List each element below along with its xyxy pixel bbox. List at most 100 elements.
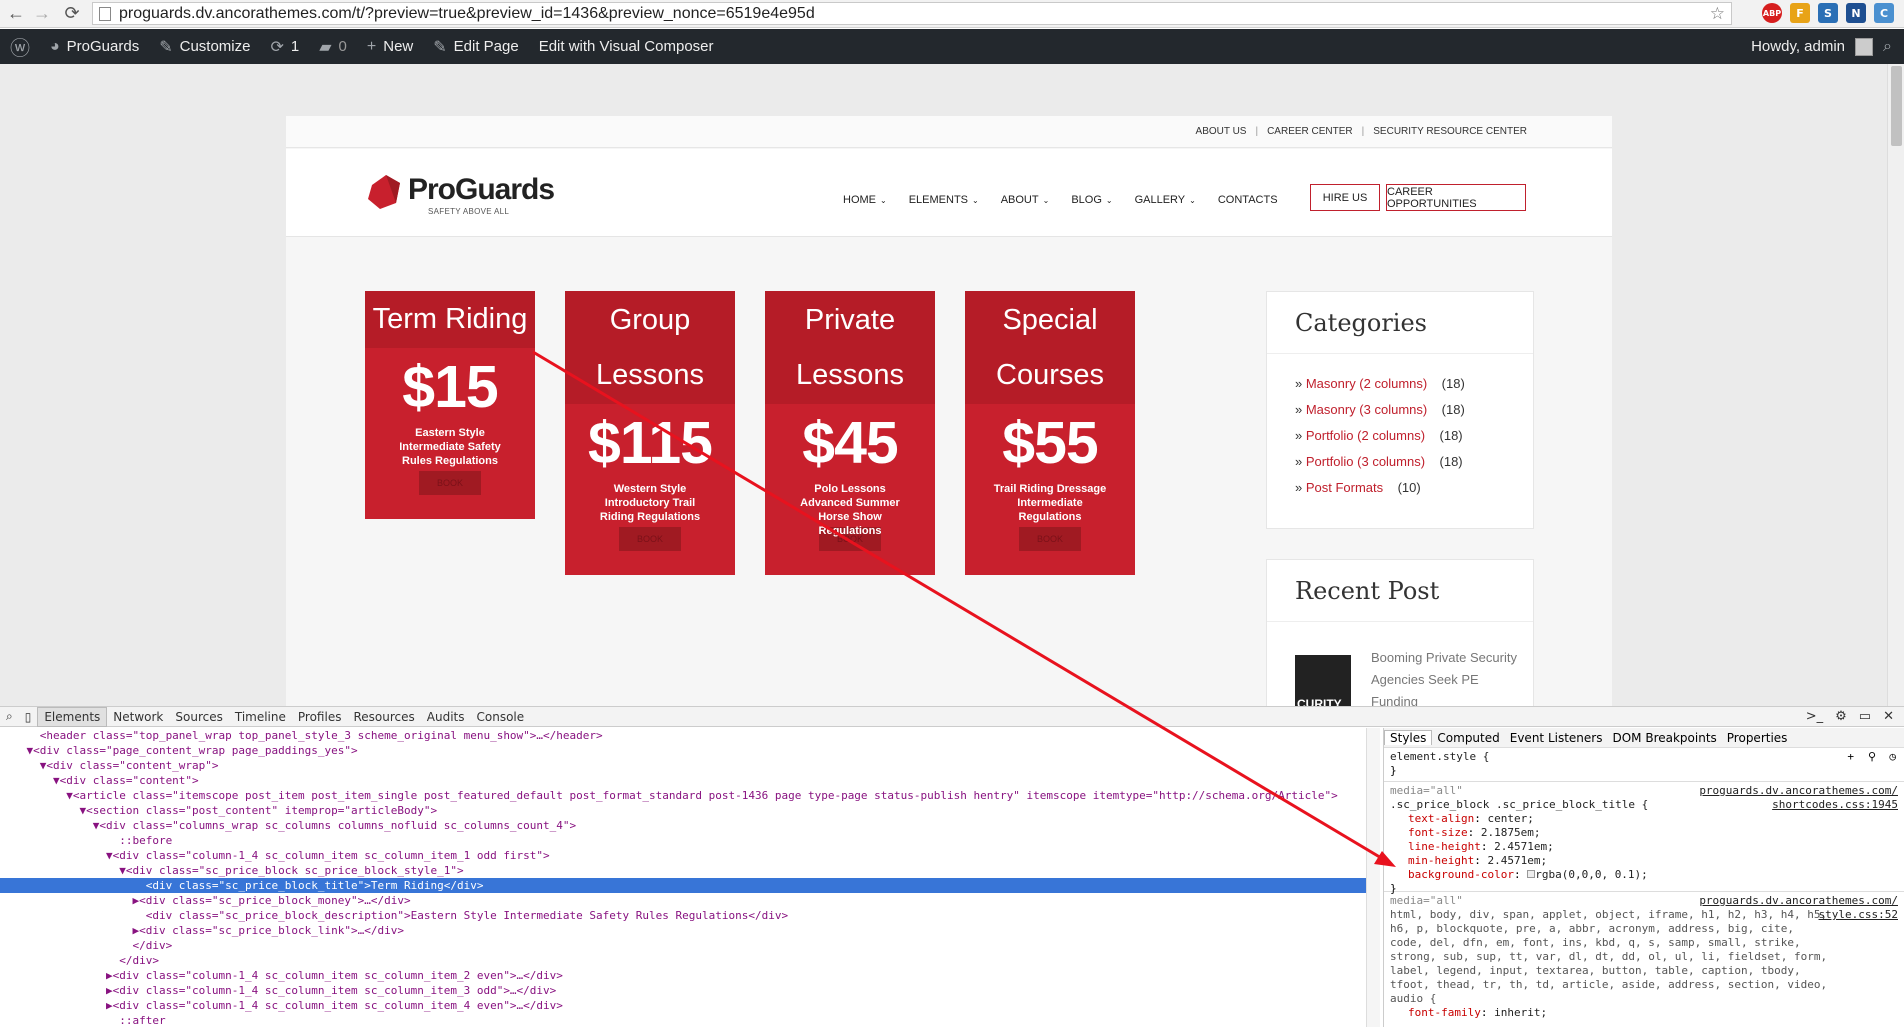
css-property[interactable]: min-height: 2.4571em; — [1390, 854, 1898, 868]
top-link-career-center[interactable]: CAREER CENTER — [1258, 126, 1362, 137]
extension-f-icon[interactable]: F — [1790, 3, 1810, 23]
logo-text[interactable]: ProGuards — [408, 173, 555, 207]
dom-node-line[interactable]: <div class="sc_price_block_title">Term R… — [0, 878, 1366, 893]
menu-item-elements[interactable]: ELEMENTS ⌄ — [898, 194, 990, 206]
address-bar[interactable]: proguards.dv.ancorathemes.com/t/?preview… — [92, 2, 1732, 25]
dom-node-line[interactable]: ▼<div class="content"> — [0, 773, 1366, 788]
color-format-icon[interactable]: ◷ — [1889, 750, 1896, 764]
menu-item-home[interactable]: HOME ⌄ — [832, 194, 898, 206]
edit-page-link[interactable]: ✎ Edit Page — [423, 29, 528, 64]
dom-tree[interactable]: <header class="top_panel_wrap top_panel_… — [0, 728, 1366, 1027]
hire-us-button[interactable]: HIRE US — [1310, 184, 1380, 211]
menu-item-blog[interactable]: BLOG ⌄ — [1060, 194, 1123, 206]
css-property[interactable]: line-height: 2.4571em; — [1390, 840, 1898, 854]
css-rule[interactable]: media="all" proguards.dv.ancorathemes.co… — [1384, 892, 1904, 1032]
dom-node-line[interactable]: ▶<div class="column-1_4 sc_column_item s… — [0, 983, 1366, 998]
dom-node-line[interactable]: ▶<div class="column-1_4 sc_column_item s… — [0, 968, 1366, 983]
tab-computed[interactable]: Computed — [1432, 731, 1504, 745]
tab-network[interactable]: Network — [107, 707, 169, 727]
dom-node-line[interactable]: <div class="sc_price_block_description">… — [0, 908, 1366, 923]
dom-node-line[interactable]: ▶<div class="sc_price_block_link">…</div… — [0, 923, 1366, 938]
tab-sources[interactable]: Sources — [169, 707, 228, 727]
reload-icon[interactable]: ⟳ — [60, 3, 84, 24]
tab-audits[interactable]: Audits — [421, 707, 471, 727]
dom-node-line[interactable]: </div> — [0, 938, 1366, 953]
dom-node-line[interactable]: ::before — [0, 833, 1366, 848]
dom-node-line[interactable]: ▼<div class="content_wrap"> — [0, 758, 1366, 773]
search-icon[interactable]: ⌕ — [1883, 38, 1892, 56]
tab-resources[interactable]: Resources — [347, 707, 420, 727]
dom-node-line[interactable]: ▼<div class="columns_wrap sc_columns col… — [0, 818, 1366, 833]
howdy-user-link[interactable]: Howdy, admin — [1751, 38, 1845, 55]
career-opportunities-button[interactable]: CAREER OPPORTUNITIES — [1386, 184, 1526, 211]
css-property[interactable]: background-color: rgba(0,0,0, 0.1); — [1390, 868, 1898, 882]
rule-source-link[interactable]: proguards.dv.ancorathemes.com/ — [1699, 894, 1898, 908]
dom-node-line[interactable]: ▼<section class="post_content" itemprop=… — [0, 803, 1366, 818]
console-drawer-icon[interactable]: >_ — [1806, 709, 1823, 724]
site-name-link[interactable]: ◕ ProGuards — [40, 29, 149, 64]
tab-timeline[interactable]: Timeline — [229, 707, 292, 727]
book-button[interactable]: BOOK — [1019, 527, 1081, 551]
scroll-thumb[interactable] — [1891, 66, 1902, 146]
add-rule-icon[interactable]: + — [1847, 750, 1854, 764]
tab-dom-breakpoints[interactable]: DOM Breakpoints — [1607, 731, 1721, 745]
rule-source-link[interactable]: proguards.dv.ancorathemes.com/ — [1699, 784, 1898, 798]
close-icon[interactable]: ✕ — [1883, 709, 1894, 724]
category-link[interactable]: Masonry (2 columns) — [1306, 376, 1427, 391]
new-link[interactable]: + New — [357, 29, 423, 64]
device-mode-icon[interactable]: ▯ — [19, 707, 38, 727]
dom-node-line[interactable]: <header class="top_panel_wrap top_panel_… — [0, 728, 1366, 743]
top-link-about-us[interactable]: ABOUT US — [1187, 126, 1256, 137]
category-link[interactable]: Portfolio (3 columns) — [1306, 454, 1425, 469]
logo-icon[interactable] — [366, 173, 404, 211]
wordpress-logo-icon[interactable]: ⓦ — [0, 29, 40, 64]
recent-post-thumbnail[interactable]: CURITY — [1295, 655, 1351, 706]
menu-item-contacts[interactable]: CONTACTS — [1207, 194, 1289, 206]
element-style-rule[interactable]: element.style { } + ⚲ ◷ — [1384, 748, 1904, 782]
dom-node-line[interactable]: ▼<div class="page_content_wrap page_padd… — [0, 743, 1366, 758]
dom-node-line[interactable]: ▼<div class="column-1_4 sc_column_item s… — [0, 848, 1366, 863]
book-button[interactable]: BOOK — [419, 471, 481, 495]
toggle-state-icon[interactable]: ⚲ — [1868, 750, 1876, 764]
dom-node-line[interactable]: ▶<div class="column-1_4 sc_column_item s… — [0, 998, 1366, 1013]
rule-source-file[interactable]: style.css:52 — [1699, 908, 1898, 922]
visual-composer-link[interactable]: Edit with Visual Composer — [529, 29, 724, 64]
category-link[interactable]: Post Formats — [1306, 480, 1383, 495]
bookmark-star-icon[interactable]: ☆ — [1710, 4, 1725, 24]
avatar[interactable] — [1855, 37, 1874, 56]
page-scrollbar[interactable] — [1887, 64, 1904, 706]
comments-link[interactable]: ▰ 0 — [309, 29, 357, 64]
gear-icon[interactable]: ⚙ — [1835, 709, 1847, 724]
dom-node-line[interactable]: ▼<div class="sc_price_block sc_price_blo… — [0, 863, 1366, 878]
customize-link[interactable]: ✎ Customize — [149, 29, 260, 64]
extension-n-icon[interactable]: N — [1846, 3, 1866, 23]
tab-profiles[interactable]: Profiles — [292, 707, 348, 727]
forward-icon[interactable]: → — [30, 3, 54, 24]
inspect-icon[interactable]: ⌕ — [0, 707, 19, 727]
adblock-icon[interactable]: ABP — [1762, 3, 1782, 23]
dom-node-line[interactable]: ▶<div class="sc_price_block_money">…</di… — [0, 893, 1366, 908]
tab-elements[interactable]: Elements — [37, 706, 108, 727]
tab-event-listeners[interactable]: Event Listeners — [1505, 731, 1608, 745]
css-property[interactable]: text-align: center; — [1390, 812, 1898, 826]
css-rule[interactable]: media="all" proguards.dv.ancorathemes.co… — [1384, 782, 1904, 895]
menu-item-gallery[interactable]: GALLERY ⌄ — [1124, 194, 1207, 206]
dock-icon[interactable]: ▭ — [1859, 709, 1871, 724]
updates-link[interactable]: ⟳ 1 — [260, 29, 309, 64]
dom-node-line[interactable]: </div> — [0, 953, 1366, 968]
dom-node-line[interactable]: ::after — [0, 1013, 1366, 1027]
category-link[interactable]: Portfolio (2 columns) — [1306, 428, 1425, 443]
top-link-security-resource[interactable]: SECURITY RESOURCE CENTER — [1364, 126, 1536, 137]
tab-styles[interactable]: Styles — [1384, 730, 1433, 745]
extension-s-icon[interactable]: S — [1818, 3, 1838, 23]
extension-c-icon[interactable]: C — [1874, 3, 1894, 23]
back-icon[interactable]: ← — [4, 3, 28, 24]
recent-post-link[interactable]: Booming Private Security Agencies Seek P… — [1371, 647, 1521, 706]
dom-scrollbar[interactable] — [1366, 728, 1380, 1027]
css-property[interactable]: font-family: inherit; — [1390, 1006, 1898, 1020]
category-link[interactable]: Masonry (3 columns) — [1306, 402, 1427, 417]
book-button[interactable]: BOOK — [619, 527, 681, 551]
dom-node-line[interactable]: ▼<article class="itemscope post_item pos… — [0, 788, 1366, 803]
rule-source-file[interactable]: shortcodes.css:1945 — [1699, 798, 1898, 812]
tab-properties[interactable]: Properties — [1722, 731, 1793, 745]
